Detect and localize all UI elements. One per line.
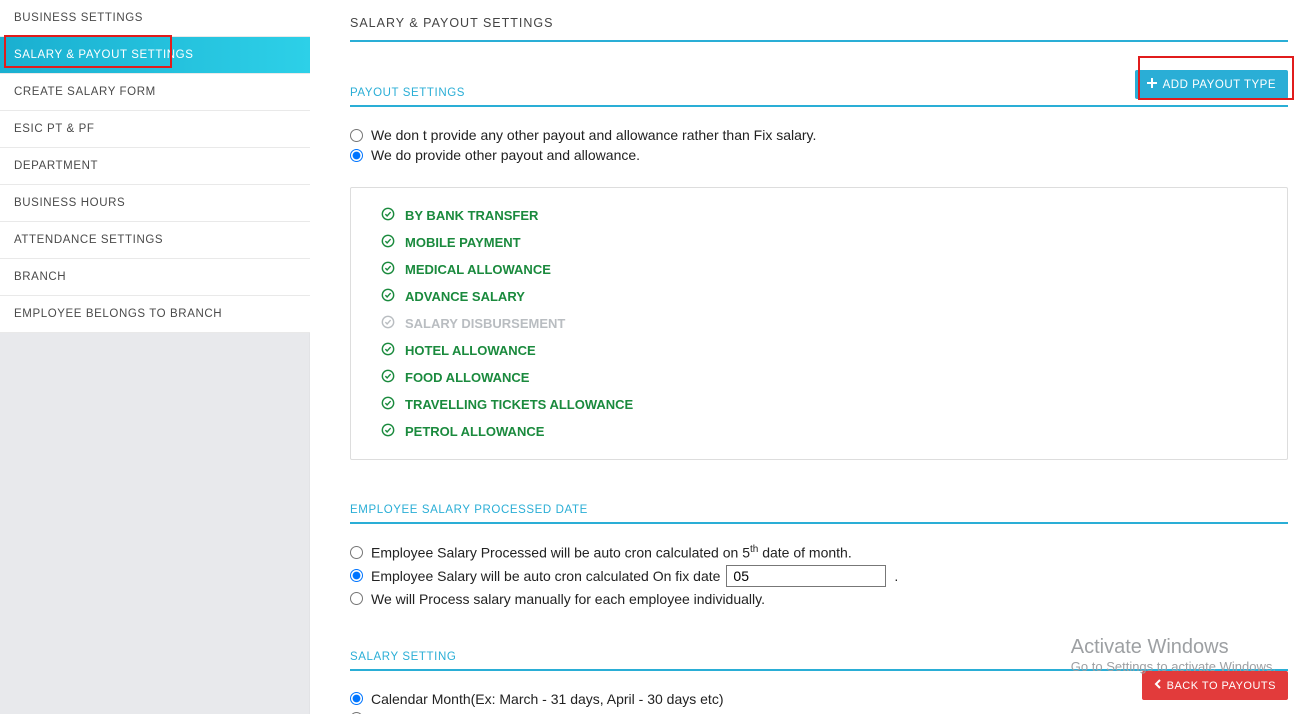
processed-option-fix-post: . xyxy=(894,568,898,584)
payout-type-item[interactable]: TRAVELLING TICKETS ALLOWANCE xyxy=(381,391,1257,418)
check-circle-icon xyxy=(381,207,395,224)
payout-type-item[interactable]: HOTEL ALLOWANCE xyxy=(381,337,1257,364)
processed-option-fix-row[interactable]: Employee Salary will be auto cron calcul… xyxy=(350,565,1288,587)
add-payout-type-label: ADD PAYOUT TYPE xyxy=(1163,79,1276,91)
processed-option-auto-radio[interactable] xyxy=(350,546,363,559)
payout-type-item[interactable]: ADVANCE SALARY xyxy=(381,283,1257,310)
sidebar-item-business-settings[interactable]: BUSINESS SETTINGS xyxy=(0,0,310,37)
processed-option-manual-label: We will Process salary manually for each… xyxy=(371,591,765,607)
back-to-payouts-label: BACK TO PAYOUTS xyxy=(1167,680,1276,692)
plus-icon xyxy=(1147,78,1157,91)
salary-option-every-label: Every Month(Ex: March - 30 days, April -… xyxy=(371,711,702,714)
add-payout-type-button[interactable]: ADD PAYOUT TYPE xyxy=(1135,70,1288,99)
processed-option-manual-row[interactable]: We will Process salary manually for each… xyxy=(350,591,1288,607)
payout-type-item[interactable]: MOBILE PAYMENT xyxy=(381,229,1257,256)
processed-option-auto-label: Employee Salary Processed will be auto c… xyxy=(371,544,852,561)
check-circle-icon xyxy=(381,423,395,440)
payout-option-yes-label: We do provide other payout and allowance… xyxy=(371,147,640,163)
payout-type-item[interactable]: FOOD ALLOWANCE xyxy=(381,364,1257,391)
check-circle-icon xyxy=(381,234,395,251)
sidebar-item-attendance-settings[interactable]: ATTENDANCE SETTINGS xyxy=(0,222,310,259)
payout-type-label: FOOD ALLOWANCE xyxy=(405,370,529,385)
check-circle-icon xyxy=(381,261,395,278)
sidebar-item-esic-pt-pf[interactable]: ESIC PT & PF xyxy=(0,111,310,148)
main-content: SALARY & PAYOUT SETTINGS PAYOUT SETTINGS… xyxy=(310,0,1312,714)
payout-type-item[interactable]: PETROL ALLOWANCE xyxy=(381,418,1257,445)
payout-type-item[interactable]: MEDICAL ALLOWANCE xyxy=(381,256,1257,283)
payout-option-yes-row[interactable]: We do provide other payout and allowance… xyxy=(350,147,1288,163)
payout-type-label: TRAVELLING TICKETS ALLOWANCE xyxy=(405,397,633,412)
sidebar-item-employee-belongs-to-branch[interactable]: EMPLOYEE BELONGS TO BRANCH xyxy=(0,296,310,333)
section-header-salary: SALARY SETTING xyxy=(350,651,1288,671)
section-label-payout: PAYOUT SETTINGS xyxy=(350,87,465,99)
payout-type-label: BY BANK TRANSFER xyxy=(405,208,538,223)
payout-type-label: SALARY DISBURSEMENT xyxy=(405,316,565,331)
payout-option-no-row[interactable]: We don t provide any other payout and al… xyxy=(350,127,1288,143)
payout-type-label: PETROL ALLOWANCE xyxy=(405,424,544,439)
payout-types-box: BY BANK TRANSFER MOBILE PAYMENT MEDICAL AL… xyxy=(350,187,1288,460)
payout-type-label: MEDICAL ALLOWANCE xyxy=(405,262,551,277)
chevron-left-icon xyxy=(1154,679,1161,692)
section-label-salary: SALARY SETTING xyxy=(350,651,456,663)
salary-option-every-row[interactable]: Every Month(Ex: March - 30 days, April -… xyxy=(350,711,1288,714)
back-to-payouts-button[interactable]: BACK TO PAYOUTS xyxy=(1142,671,1288,700)
check-circle-icon xyxy=(381,342,395,359)
check-circle-icon xyxy=(381,315,395,332)
sidebar-item-department[interactable]: DEPARTMENT xyxy=(0,148,310,185)
sidebar-item-business-hours[interactable]: BUSINESS HOURS xyxy=(0,185,310,222)
payout-type-label: ADVANCE SALARY xyxy=(405,289,525,304)
payout-option-no-radio[interactable] xyxy=(350,129,363,142)
section-label-processed: EMPLOYEE SALARY PROCESSED DATE xyxy=(350,504,588,516)
payout-option-no-label: We don t provide any other payout and al… xyxy=(371,127,816,143)
payout-type-item[interactable]: SALARY DISBURSEMENT xyxy=(381,310,1257,337)
payout-type-label: HOTEL ALLOWANCE xyxy=(405,343,536,358)
processed-option-auto-row[interactable]: Employee Salary Processed will be auto c… xyxy=(350,544,1288,561)
payout-option-yes-radio[interactable] xyxy=(350,149,363,162)
check-circle-icon xyxy=(381,369,395,386)
check-circle-icon xyxy=(381,396,395,413)
processed-option-manual-radio[interactable] xyxy=(350,592,363,605)
check-circle-icon xyxy=(381,288,395,305)
sidebar-item-salary-payout-settings[interactable]: SALARY & PAYOUT SETTINGS xyxy=(0,37,310,74)
salary-option-calendar-label: Calendar Month(Ex: March - 31 days, Apri… xyxy=(371,691,723,707)
section-header-payout: PAYOUT SETTINGS ADD PAYOUT TYPE xyxy=(350,70,1288,107)
sidebar-item-branch[interactable]: BRANCH xyxy=(0,259,310,296)
processed-option-fix-radio[interactable] xyxy=(350,569,363,582)
sidebar-list: BUSINESS SETTINGS SALARY & PAYOUT SETTIN… xyxy=(0,0,310,333)
section-header-processed: EMPLOYEE SALARY PROCESSED DATE xyxy=(350,504,1288,524)
processed-option-fix-label: Employee Salary will be auto cron calcul… xyxy=(371,568,720,584)
payout-type-item[interactable]: BY BANK TRANSFER xyxy=(381,202,1257,229)
sidebar-item-create-salary-form[interactable]: CREATE SALARY FORM xyxy=(0,74,310,111)
fix-date-input[interactable] xyxy=(726,565,886,587)
page-title: SALARY & PAYOUT SETTINGS xyxy=(350,10,1288,42)
salary-option-calendar-radio[interactable] xyxy=(350,692,363,705)
payout-type-label: MOBILE PAYMENT xyxy=(405,235,521,250)
sidebar: BUSINESS SETTINGS SALARY & PAYOUT SETTIN… xyxy=(0,0,310,714)
